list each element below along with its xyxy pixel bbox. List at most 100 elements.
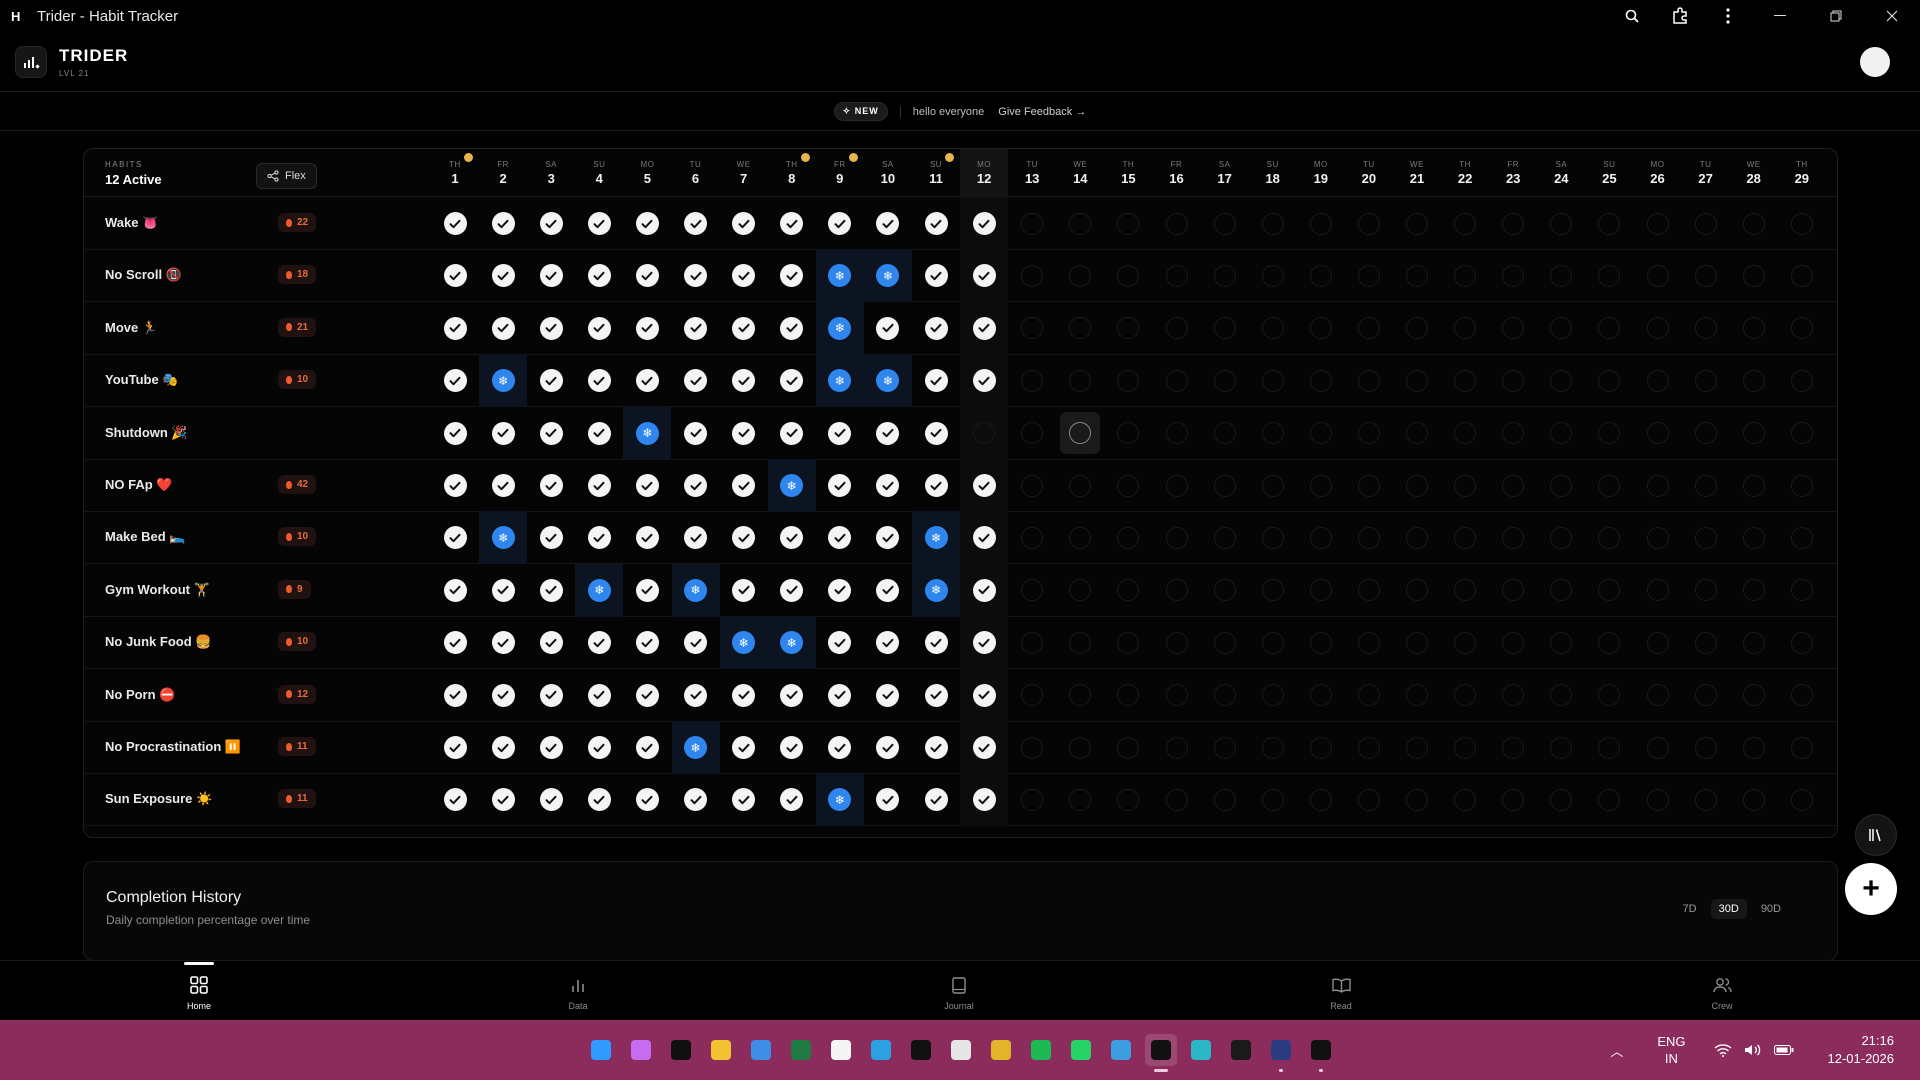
day-cell[interactable] bbox=[1153, 616, 1201, 669]
day-cell[interactable]: ❄ bbox=[767, 616, 816, 670]
day-cell[interactable] bbox=[1634, 354, 1682, 407]
day-cell[interactable] bbox=[1345, 302, 1393, 355]
day-cell[interactable] bbox=[1537, 249, 1585, 302]
day-cell[interactable] bbox=[1008, 407, 1056, 460]
empty-circle-icon[interactable] bbox=[1357, 736, 1380, 759]
empty-circle-icon[interactable] bbox=[1165, 579, 1188, 602]
empty-circle-icon[interactable] bbox=[1069, 474, 1092, 497]
check-icon[interactable] bbox=[539, 421, 563, 445]
empty-circle-icon[interactable] bbox=[1261, 579, 1284, 602]
day-cell[interactable] bbox=[1153, 721, 1201, 774]
day-cell[interactable] bbox=[1730, 354, 1778, 407]
day-cell[interactable] bbox=[1345, 459, 1393, 512]
day-cell[interactable] bbox=[960, 301, 1009, 355]
day-cell[interactable] bbox=[1104, 407, 1152, 460]
day-cell[interactable] bbox=[1826, 249, 1837, 302]
empty-circle-icon[interactable] bbox=[1694, 579, 1717, 602]
empty-circle-icon[interactable] bbox=[1309, 579, 1332, 602]
day-cell[interactable] bbox=[1153, 459, 1201, 512]
day-cell[interactable] bbox=[1634, 249, 1682, 302]
check-icon[interactable] bbox=[491, 788, 515, 812]
empty-circle-icon[interactable] bbox=[1117, 474, 1140, 497]
day-cell[interactable] bbox=[1585, 354, 1633, 407]
day-cell[interactable] bbox=[672, 459, 720, 512]
give-feedback-link[interactable]: Give Feedback → bbox=[998, 106, 1086, 118]
check-icon[interactable] bbox=[684, 212, 707, 235]
empty-circle-icon[interactable] bbox=[1309, 736, 1332, 759]
capcut2-icon[interactable] bbox=[1305, 1034, 1337, 1072]
day-cell[interactable] bbox=[1585, 721, 1633, 774]
empty-circle-icon[interactable] bbox=[1790, 264, 1813, 287]
check-icon[interactable] bbox=[684, 474, 707, 497]
day-cell[interactable] bbox=[1104, 773, 1152, 826]
day-cell[interactable] bbox=[864, 511, 912, 564]
day-cell[interactable] bbox=[864, 197, 912, 250]
day-cell[interactable] bbox=[1393, 669, 1441, 722]
empty-circle-icon[interactable] bbox=[1550, 579, 1573, 602]
check-icon[interactable] bbox=[587, 526, 611, 550]
empty-circle-icon[interactable] bbox=[1790, 474, 1813, 497]
check-icon[interactable] bbox=[876, 578, 900, 602]
day-cell[interactable] bbox=[672, 302, 720, 355]
day-cell[interactable] bbox=[960, 406, 1009, 460]
empty-circle-icon[interactable] bbox=[1357, 474, 1380, 497]
empty-circle-icon[interactable] bbox=[1021, 369, 1044, 392]
snowflake-icon[interactable]: ❄ bbox=[924, 578, 948, 602]
empty-circle-icon[interactable] bbox=[1646, 736, 1669, 759]
empty-circle-icon[interactable] bbox=[1069, 631, 1092, 654]
day-cell[interactable] bbox=[720, 721, 768, 774]
day-cell[interactable] bbox=[431, 669, 479, 722]
empty-circle-icon[interactable] bbox=[1213, 474, 1236, 497]
volume-icon[interactable] bbox=[1744, 1043, 1762, 1057]
snowflake-icon[interactable]: ❄ bbox=[876, 369, 900, 393]
check-icon[interactable] bbox=[972, 369, 996, 393]
day-cell[interactable] bbox=[527, 616, 575, 669]
file-explorer-icon[interactable] bbox=[705, 1034, 737, 1066]
empty-circle-icon[interactable] bbox=[1357, 317, 1380, 340]
day-cell[interactable] bbox=[816, 459, 864, 512]
telegram-icon[interactable] bbox=[865, 1034, 897, 1066]
empty-circle-icon[interactable] bbox=[1694, 369, 1717, 392]
day-cell[interactable] bbox=[1441, 721, 1489, 774]
check-icon[interactable] bbox=[828, 474, 852, 497]
check-icon[interactable] bbox=[828, 526, 852, 550]
day-cell[interactable] bbox=[1249, 197, 1297, 250]
check-icon[interactable] bbox=[539, 316, 563, 340]
day-cell[interactable] bbox=[1153, 773, 1201, 826]
day-cell[interactable] bbox=[527, 669, 575, 722]
empty-circle-icon[interactable] bbox=[1357, 264, 1380, 287]
day-cell[interactable] bbox=[1201, 459, 1249, 512]
empty-circle-icon[interactable] bbox=[1309, 788, 1332, 811]
day-cell[interactable] bbox=[1778, 249, 1826, 302]
empty-circle-icon[interactable] bbox=[1598, 317, 1621, 340]
check-icon[interactable] bbox=[972, 526, 996, 550]
day-cell[interactable] bbox=[672, 669, 720, 722]
empty-circle-icon[interactable] bbox=[1502, 579, 1525, 602]
empty-circle-icon[interactable] bbox=[1309, 212, 1332, 235]
day-cell[interactable] bbox=[1441, 302, 1489, 355]
empty-circle-icon[interactable] bbox=[1117, 631, 1140, 654]
day-cell[interactable] bbox=[1826, 459, 1837, 512]
day-cell[interactable] bbox=[623, 459, 671, 512]
check-icon[interactable] bbox=[539, 683, 563, 707]
day-cell[interactable] bbox=[1249, 564, 1297, 617]
day-cell[interactable] bbox=[1104, 354, 1152, 407]
day-cell[interactable] bbox=[768, 511, 816, 564]
empty-circle-icon[interactable] bbox=[1742, 736, 1765, 759]
check-icon[interactable] bbox=[732, 369, 756, 393]
day-cell[interactable] bbox=[1297, 197, 1345, 250]
nav-data[interactable]: Data bbox=[518, 961, 638, 1021]
day-cell[interactable] bbox=[1153, 302, 1201, 355]
day-cell[interactable] bbox=[1537, 669, 1585, 722]
check-icon[interactable] bbox=[587, 369, 611, 393]
day-cell[interactable] bbox=[960, 668, 1009, 722]
range-30d-button[interactable]: 30D bbox=[1710, 899, 1747, 919]
check-icon[interactable] bbox=[780, 578, 804, 602]
empty-circle-icon[interactable] bbox=[1502, 526, 1525, 549]
day-cell[interactable] bbox=[1393, 354, 1441, 407]
empty-circle-icon[interactable] bbox=[1261, 369, 1284, 392]
check-icon[interactable] bbox=[876, 631, 900, 655]
day-cell[interactable] bbox=[1730, 616, 1778, 669]
empty-circle-icon[interactable] bbox=[1694, 422, 1717, 445]
check-icon[interactable] bbox=[443, 526, 467, 550]
